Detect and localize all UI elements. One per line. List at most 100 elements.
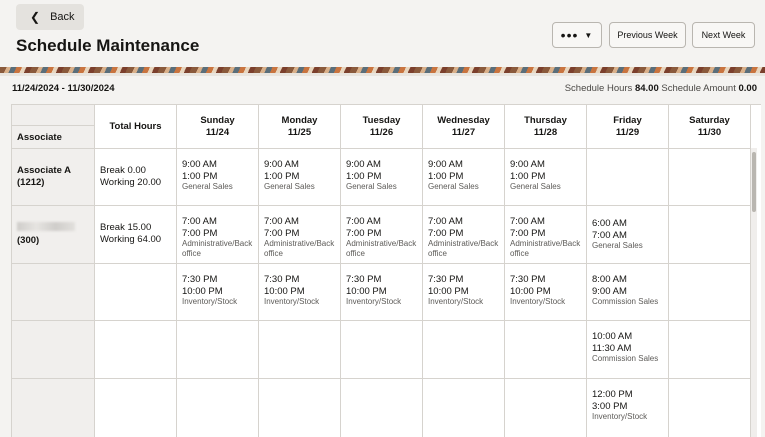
shift-start: 9:00 AM bbox=[428, 159, 463, 170]
associate-cell[interactable] bbox=[12, 321, 95, 379]
day-cell[interactable]: 7:30 PM 10:00 PM Inventory/Stock bbox=[341, 264, 423, 321]
shift-start: 7:00 AM bbox=[182, 216, 217, 227]
date-range: 11/24/2024 - 11/30/2024 bbox=[12, 83, 115, 94]
day-date: 11/30 bbox=[697, 126, 722, 138]
page-header: ❮ Back Schedule Maintenance ••• ▼ Previo… bbox=[0, 0, 765, 67]
day-cell[interactable] bbox=[259, 321, 341, 379]
shift-block[interactable]: 9:00 AM 1:00 PM General Sales bbox=[264, 159, 335, 192]
day-cell[interactable] bbox=[587, 149, 669, 206]
shift-block[interactable]: 7:00 AM 7:00 PM Administrative/Back offi… bbox=[428, 216, 499, 259]
shift-block[interactable]: 7:00 AM 7:00 PM Administrative/Back offi… bbox=[510, 216, 581, 259]
shift-block[interactable]: 7:30 PM 10:00 PM Inventory/Stock bbox=[264, 274, 335, 307]
shift-start: 10:00 AM bbox=[592, 331, 633, 342]
shift-block[interactable]: 10:00 AM 11:30 AM Commission Sales bbox=[592, 331, 663, 364]
column-header-day: Monday 11/25 bbox=[259, 105, 341, 149]
day-cell[interactable]: 9:00 AM 1:00 PM General Sales bbox=[423, 149, 505, 206]
day-cell[interactable] bbox=[341, 379, 423, 437]
day-cell[interactable]: 7:00 AM 7:00 PM Administrative/Back offi… bbox=[423, 206, 505, 264]
day-cell[interactable]: 12:00 PM 3:00 PM Inventory/Stock bbox=[587, 379, 669, 437]
shift-department: General Sales bbox=[346, 182, 397, 191]
day-cell[interactable]: 7:00 AM 7:00 PM Administrative/Back offi… bbox=[259, 206, 341, 264]
amount-value: 0.00 bbox=[738, 83, 758, 94]
day-cell[interactable] bbox=[669, 379, 751, 437]
day-cell[interactable] bbox=[423, 321, 505, 379]
day-cell[interactable] bbox=[669, 321, 751, 379]
shift-start: 9:00 AM bbox=[182, 159, 217, 170]
associate-id: (300) bbox=[17, 234, 40, 246]
shift-department: General Sales bbox=[182, 182, 233, 191]
column-header-total-hours: Total Hours bbox=[95, 105, 177, 149]
day-cell[interactable] bbox=[177, 379, 259, 437]
shift-start: 12:00 PM bbox=[592, 389, 633, 400]
day-cell[interactable] bbox=[423, 379, 505, 437]
page-title: Schedule Maintenance bbox=[16, 36, 200, 55]
day-cell[interactable]: 8:00 AM 9:00 AM Commission Sales bbox=[587, 264, 669, 321]
day-cell[interactable] bbox=[669, 149, 751, 206]
day-cell[interactable]: 7:30 PM 10:00 PM Inventory/Stock bbox=[259, 264, 341, 321]
hours-value: 84.00 bbox=[634, 83, 659, 94]
day-cell[interactable]: 9:00 AM 1:00 PM General Sales bbox=[259, 149, 341, 206]
day-cell[interactable]: 9:00 AM 1:00 PM General Sales bbox=[341, 149, 423, 206]
day-cell[interactable] bbox=[177, 321, 259, 379]
shift-block[interactable]: 9:00 AM 1:00 PM General Sales bbox=[510, 159, 581, 192]
day-cell[interactable]: 7:30 PM 10:00 PM Inventory/Stock bbox=[177, 264, 259, 321]
day-name: Friday bbox=[613, 114, 642, 126]
shift-block[interactable]: 7:00 AM 7:00 PM Administrative/Back offi… bbox=[346, 216, 417, 259]
shift-block[interactable]: 7:30 PM 10:00 PM Inventory/Stock bbox=[182, 274, 253, 307]
back-button[interactable]: ❮ Back bbox=[16, 4, 84, 30]
shift-department: General Sales bbox=[264, 182, 315, 191]
day-cell[interactable]: 10:00 AM 11:30 AM Commission Sales bbox=[587, 321, 669, 379]
shift-block[interactable]: 12:00 PM 3:00 PM Inventory/Stock bbox=[592, 389, 663, 422]
shift-block[interactable]: 7:00 AM 7:00 PM Administrative/Back offi… bbox=[182, 216, 253, 259]
shift-end: 9:00 AM bbox=[592, 285, 627, 297]
shift-department: General Sales bbox=[510, 182, 561, 191]
shift-department: General Sales bbox=[592, 241, 643, 250]
day-cell[interactable]: 6:00 AM 7:00 AM General Sales bbox=[587, 206, 669, 264]
day-name: Thursday bbox=[524, 114, 567, 126]
shift-end: 10:00 PM bbox=[510, 285, 551, 297]
redacted-name bbox=[17, 222, 75, 231]
day-cell[interactable] bbox=[669, 264, 751, 321]
shift-department: Inventory/Stock bbox=[428, 297, 484, 306]
day-cell[interactable] bbox=[669, 206, 751, 264]
shift-block[interactable]: 6:00 AM 7:00 AM General Sales bbox=[592, 218, 663, 251]
associate-cell[interactable]: (300) bbox=[12, 206, 95, 264]
amount-label: Schedule Amount bbox=[661, 83, 736, 94]
day-cell[interactable] bbox=[259, 379, 341, 437]
associate-cell[interactable] bbox=[12, 264, 95, 321]
shift-end: 1:00 PM bbox=[264, 170, 300, 182]
day-cell[interactable]: 9:00 AM 1:00 PM General Sales bbox=[505, 149, 587, 206]
shift-end: 1:00 PM bbox=[346, 170, 382, 182]
column-header-day: Sunday 11/24 bbox=[177, 105, 259, 149]
shift-block[interactable]: 7:30 PM 10:00 PM Inventory/Stock bbox=[428, 274, 499, 307]
associate-cell[interactable] bbox=[12, 379, 95, 437]
day-cell[interactable]: 7:30 PM 10:00 PM Inventory/Stock bbox=[505, 264, 587, 321]
day-cell[interactable]: 7:30 PM 10:00 PM Inventory/Stock bbox=[423, 264, 505, 321]
shift-block[interactable]: 9:00 AM 1:00 PM General Sales bbox=[428, 159, 499, 192]
shift-end: 7:00 AM bbox=[592, 229, 627, 241]
next-week-button[interactable]: Next Week bbox=[692, 22, 755, 48]
day-cell[interactable]: 7:00 AM 7:00 PM Administrative/Back offi… bbox=[505, 206, 587, 264]
day-cell[interactable] bbox=[505, 379, 587, 437]
shift-start: 7:00 AM bbox=[510, 216, 545, 227]
working-hours: Working 20.00 bbox=[100, 176, 162, 188]
shift-block[interactable]: 7:00 AM 7:00 PM Administrative/Back offi… bbox=[264, 216, 335, 259]
shift-start: 7:00 AM bbox=[428, 216, 463, 227]
shift-block[interactable]: 9:00 AM 1:00 PM General Sales bbox=[182, 159, 253, 192]
shift-block[interactable]: 7:30 PM 10:00 PM Inventory/Stock bbox=[510, 274, 581, 307]
shift-department: Commission Sales bbox=[592, 354, 659, 363]
associate-cell[interactable]: Associate A (1212) bbox=[12, 149, 95, 206]
previous-week-button[interactable]: Previous Week bbox=[609, 22, 686, 48]
shift-block[interactable]: 7:30 PM 10:00 PM Inventory/Stock bbox=[346, 274, 417, 307]
day-cell[interactable] bbox=[341, 321, 423, 379]
scrollbar-thumb[interactable] bbox=[752, 152, 756, 212]
day-name: Tuesday bbox=[362, 114, 401, 126]
shift-block[interactable]: 8:00 AM 9:00 AM Commission Sales bbox=[592, 274, 663, 307]
day-cell[interactable] bbox=[505, 321, 587, 379]
shift-block[interactable]: 9:00 AM 1:00 PM General Sales bbox=[346, 159, 417, 192]
day-cell[interactable]: 7:00 AM 7:00 PM Administrative/Back offi… bbox=[177, 206, 259, 264]
day-cell[interactable]: 9:00 AM 1:00 PM General Sales bbox=[177, 149, 259, 206]
day-cell[interactable]: 7:00 AM 7:00 PM Administrative/Back offi… bbox=[341, 206, 423, 264]
shift-end: 10:00 PM bbox=[264, 285, 305, 297]
more-actions-button[interactable]: ••• ▼ bbox=[552, 22, 602, 48]
